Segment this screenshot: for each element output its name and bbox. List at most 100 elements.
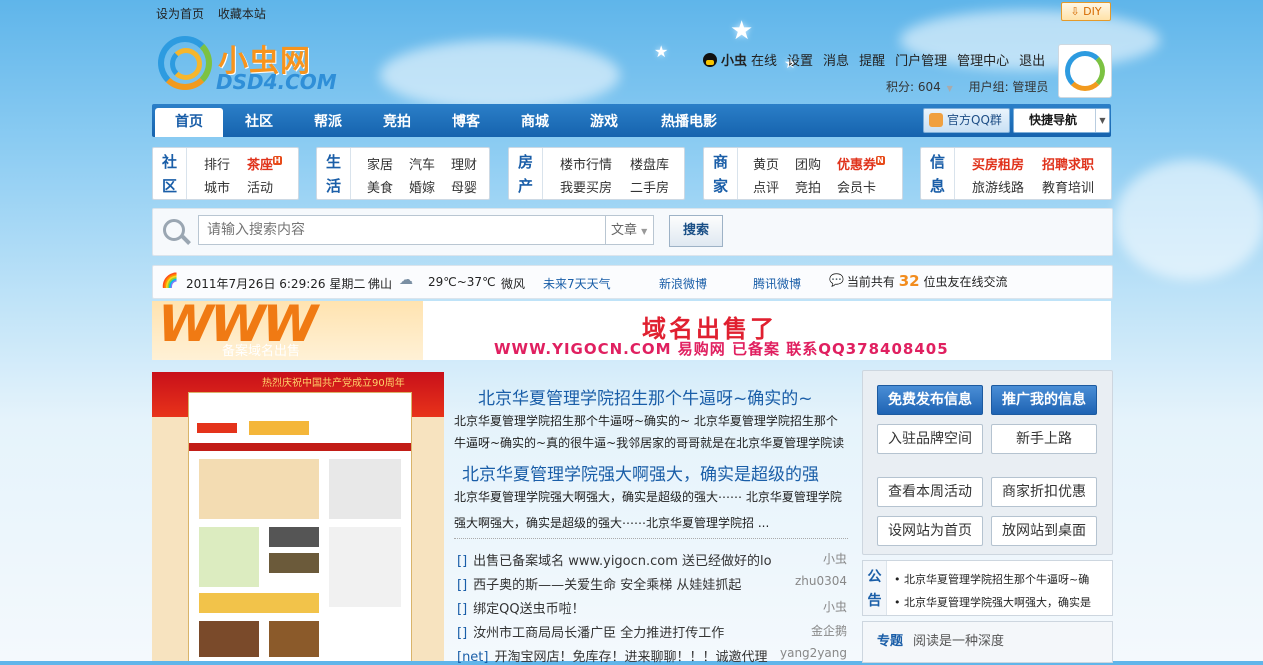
link-jobs[interactable]: 招聘求职 (1042, 154, 1094, 173)
category-head: 信息 (921, 148, 955, 199)
search-button[interactable]: 搜索 (669, 215, 723, 247)
desktop-shortcut-button[interactable]: 放网站到桌面 (991, 516, 1097, 546)
link-yellowpages[interactable]: 黄页 (753, 154, 779, 173)
promo-page-mock (188, 392, 412, 661)
city[interactable]: 佛山 (368, 275, 392, 292)
set-homepage-button[interactable]: 设网站为首页 (877, 516, 983, 546)
side-actions: 免费发布信息 推广我的信息 入驻品牌空间 新手上路 查看本周活动 商家折扣优惠 … (862, 370, 1113, 555)
category-community: 社区 排行 茶座H 城市 活动 (152, 147, 299, 200)
list-item[interactable]: [] 绑定QQ送虫币啦！ 小虫 (457, 598, 847, 617)
topic-text[interactable]: 阅读是一种深度 (913, 630, 1004, 649)
qq-penguin-icon (703, 53, 717, 67)
settings-link[interactable]: 设置 (787, 54, 813, 69)
tencent-weibo-link[interactable]: 腾讯微博 (753, 275, 801, 292)
tab-mall[interactable]: 商城 (501, 108, 569, 137)
messages-link[interactable]: 消息 (823, 54, 849, 69)
link-activity[interactable]: 活动 (247, 177, 273, 196)
category-info: 信息 买房租房 招聘求职 旅游线路 教育培训 (920, 147, 1112, 200)
sina-weibo-link[interactable]: 新浪微博 (659, 275, 707, 292)
promo-screenshot-image[interactable]: 热烈庆祝中国共产党成立90周年 (152, 372, 444, 661)
score-label[interactable]: 积分: 604 (886, 80, 941, 94)
category-merchant: 商家 黄页 团购 优惠券N 点评 竞拍 会员卡 (703, 147, 903, 200)
site-logo[interactable]: 小虫网 DSD4.COM (156, 34, 337, 96)
headline-1[interactable]: 北京华夏管理学院招生那个牛逼呀~确实的~ (478, 384, 813, 409)
summary-1a: 北京华夏管理学院招生那个牛逼呀~确实的~ 北京华夏管理学院招生那个 (454, 414, 838, 428)
search-type-select[interactable]: 文章 ▼ (606, 215, 654, 245)
rainbow-icon: 🌈 (161, 273, 179, 289)
tab-movies[interactable]: 热播电影 (649, 108, 729, 137)
link-car[interactable]: 汽车 (409, 154, 435, 173)
tab-auction[interactable]: 竞拍 (363, 108, 431, 137)
topic-label[interactable]: 专题 (877, 630, 903, 649)
reminders-link[interactable]: 提醒 (859, 54, 885, 69)
list-author: 小虫 (822, 552, 847, 566)
favorite-link[interactable]: 收藏本站 (218, 7, 266, 21)
link-finance[interactable]: 理财 (451, 154, 477, 173)
list-item[interactable]: [] 汝州市工商局局长潘广臣 全力推进打传工作 金企鹅 (457, 622, 847, 641)
link-property-db[interactable]: 楼盘库 (630, 154, 669, 173)
tab-home[interactable]: 首页 (155, 108, 223, 137)
forecast-link[interactable]: 未来7天天气 (543, 275, 611, 292)
link-education[interactable]: 教育培训 (1042, 177, 1094, 196)
user-bar: 小虫 在线 设置 消息 提醒 门户管理 管理中心 退出 (703, 50, 1045, 69)
link-travel[interactable]: 旅游线路 (972, 177, 1024, 196)
link-buy-house[interactable]: 我要买房 (560, 177, 612, 196)
search-type-label: 文章 (611, 223, 638, 238)
list-item[interactable]: [net] 开淘宝网店！免库存！进来聊聊！！！诚邀代理 yang2yang (457, 646, 847, 665)
link-teahouse[interactable]: 茶座H (247, 154, 282, 173)
link-secondhand[interactable]: 二手房 (630, 177, 669, 196)
link-home[interactable]: 家居 (367, 154, 393, 173)
wind: 微风 (501, 277, 526, 291)
newbie-guide-button[interactable]: 新手上路 (991, 424, 1097, 454)
online-status[interactable]: 在线 (751, 54, 777, 69)
link-review[interactable]: 点评 (753, 177, 779, 196)
cloudy-icon: ☁ (399, 272, 413, 288)
link-groupbuy[interactable]: 团购 (795, 154, 821, 173)
qq-group-button[interactable]: 官方QQ群 (923, 108, 1010, 133)
link-baby[interactable]: 母婴 (451, 177, 477, 196)
admin-center-link[interactable]: 管理中心 (957, 54, 1009, 69)
portal-admin-link[interactable]: 门户管理 (895, 54, 947, 69)
tab-gang[interactable]: 帮派 (294, 108, 362, 137)
online-count: 32 (898, 272, 920, 290)
list-author: 金企鹅 (810, 624, 847, 638)
summary-1b: 牛逼呀~确实的~真的很牛逼~我邻居家的哥哥就是在北京华夏管理学院读 (454, 436, 845, 450)
username[interactable]: 小虫 (721, 54, 747, 69)
domain-sale-banner[interactable]: WWW 备案域名出售 域名出售了 WWW.YIGOCN.COM 易购网 已备案 … (152, 301, 1111, 360)
brand-space-button[interactable]: 入驻品牌空间 (877, 424, 983, 454)
link-rent[interactable]: 买房租房 (972, 154, 1024, 173)
logo-domain-text: DSD4.COM (216, 70, 337, 94)
diy-button[interactable]: ⇩ DIY (1061, 2, 1111, 21)
link-market[interactable]: 楼市行情 (560, 154, 612, 173)
announcement-item[interactable]: • 北京华夏管理学院招生那个牛逼呀~确 (894, 571, 1108, 587)
tab-community[interactable]: 社区 (225, 108, 293, 137)
link-bid[interactable]: 竞拍 (795, 177, 821, 196)
link-membercard[interactable]: 会员卡 (837, 177, 876, 196)
publish-info-button[interactable]: 免费发布信息 (877, 385, 983, 415)
quick-nav-dropdown[interactable]: 快捷导航 ▼ (1013, 108, 1110, 133)
tab-games[interactable]: 游戏 (570, 108, 638, 137)
avatar[interactable] (1058, 44, 1112, 98)
list-item[interactable]: [] 出售已备案域名 www.yigocn.com 送已经做好的lo 小虫 (457, 550, 847, 569)
link-food[interactable]: 美食 (367, 177, 393, 196)
user-group-label: 用户组: 管理员 (968, 80, 1049, 94)
logout-link[interactable]: 退出 (1019, 54, 1045, 69)
announcement-item[interactable]: • 北京华夏管理学院强大啊强大，确实是 (894, 594, 1108, 610)
search-input[interactable] (198, 215, 606, 245)
merchant-discount-button[interactable]: 商家折扣优惠 (991, 477, 1097, 507)
link-wedding[interactable]: 婚嫁 (409, 177, 435, 196)
headline-2[interactable]: 北京华夏管理学院强大啊强大，确实是超级的强 (462, 460, 819, 485)
diy-label: DIY (1083, 5, 1102, 18)
list-item[interactable]: [] 西子奥的斯——关爱生命 安全乘梯 从娃娃抓起 zhu0304 (457, 574, 847, 593)
link-coupon[interactable]: 优惠券N (837, 154, 885, 173)
quick-nav-label: 快捷导航 (1029, 113, 1078, 127)
news-section: 北京华夏管理学院招生那个牛逼呀~确实的~ 北京华夏管理学院招生那个牛逼呀~确实的… (454, 372, 848, 665)
set-home-link[interactable]: 设为首页 (156, 7, 204, 21)
weekly-events-button[interactable]: 查看本周活动 (877, 477, 983, 507)
link-city[interactable]: 城市 (204, 177, 230, 196)
promote-info-button[interactable]: 推广我的信息 (991, 385, 1097, 415)
tab-blog[interactable]: 博客 (432, 108, 500, 137)
link-ranking[interactable]: 排行 (204, 154, 230, 173)
banner-subtitle: 备案域名出售 (222, 344, 301, 359)
chevron-down-icon[interactable]: ▼ (1095, 109, 1109, 132)
